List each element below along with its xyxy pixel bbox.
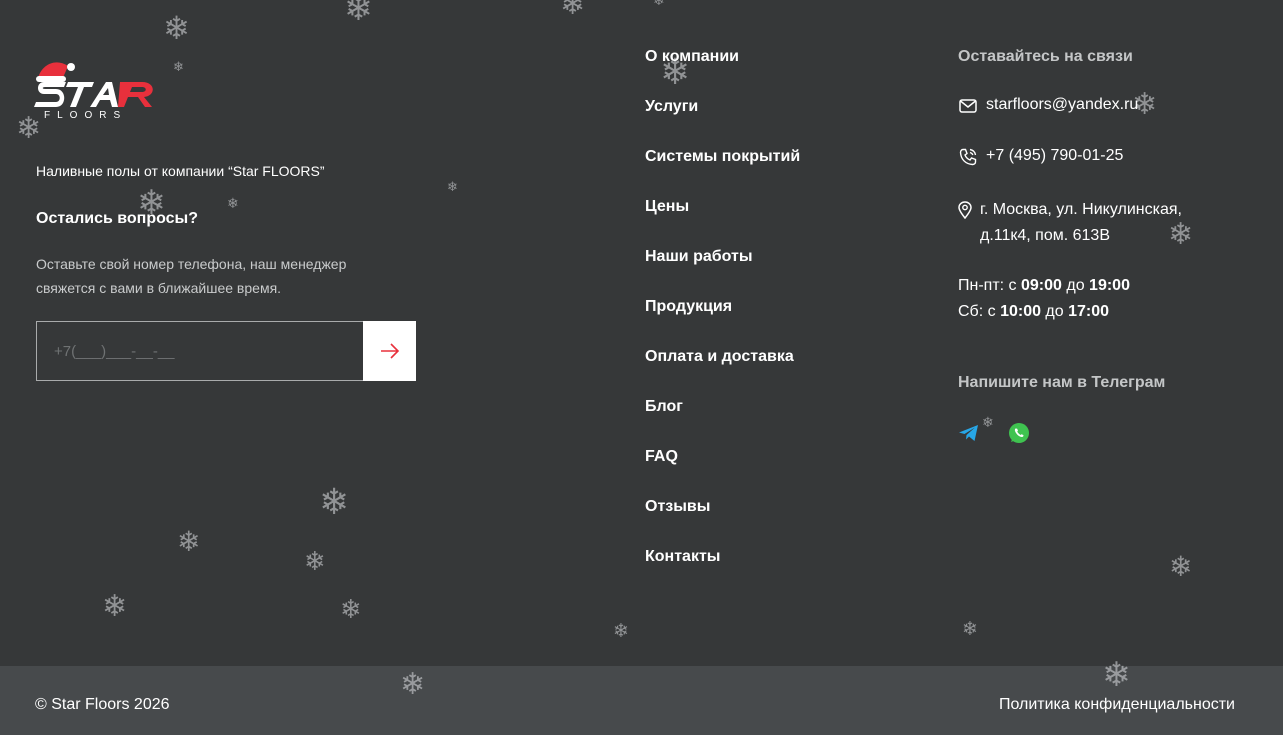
mail-icon xyxy=(958,96,978,116)
submit-phone-button[interactable] xyxy=(363,321,416,381)
nav-item-services[interactable]: Услуги xyxy=(645,97,800,147)
nav-item-faq[interactable]: FAQ xyxy=(645,447,800,497)
contacts-title: Оставайтесь на связи xyxy=(958,48,1133,65)
tagline: Наливные полы от компании “Star FLOORS” xyxy=(36,163,325,179)
hours-saturday: Сб: с 10:00 до 17:00 xyxy=(958,303,1110,320)
location-pin-icon xyxy=(958,200,972,220)
arrow-right-icon xyxy=(380,343,399,359)
callback-title: Остались вопросы? xyxy=(36,210,198,227)
logo[interactable]: FLOORS xyxy=(34,56,158,126)
whatsapp-link[interactable] xyxy=(1008,422,1030,444)
whatsapp-icon xyxy=(1009,423,1029,443)
phone-icon xyxy=(958,147,978,167)
working-hours: Пн-пт: с 09:00 до 19:00 Сб: с 10:00 до 1… xyxy=(958,273,1130,325)
logo-subtitle: FLOORS xyxy=(44,110,128,121)
email-text: starfloors@yandex.ru xyxy=(986,96,1139,113)
nav-item-payment-delivery[interactable]: Оплата и доставка xyxy=(645,347,800,397)
telegram-title: Напишите нам в Телеграм xyxy=(958,374,1166,391)
nav-item-blog[interactable]: Блог xyxy=(645,397,800,447)
address-line1: г. Москва, ул. Никулинская, xyxy=(980,201,1182,218)
phone-input[interactable] xyxy=(36,321,363,381)
hours-weekday: Пн-пт: с 09:00 до 19:00 xyxy=(958,277,1130,294)
address-line2: д.11к4, пом. 613В xyxy=(980,227,1110,244)
phone-link[interactable]: +7 (495) 790-01-25 xyxy=(958,147,1123,167)
email-link[interactable]: starfloors@yandex.ru xyxy=(958,96,1138,116)
nav-item-contacts[interactable]: Контакты xyxy=(645,547,800,597)
phone-text: +7 (495) 790-01-25 xyxy=(986,147,1124,164)
nav-item-our-works[interactable]: Наши работы xyxy=(645,247,800,297)
nav-item-reviews[interactable]: Отзывы xyxy=(645,497,800,547)
nav-item-coating-systems[interactable]: Системы покрытий xyxy=(645,147,800,197)
footer-nav: О компании Услуги Системы покрытий Цены … xyxy=(645,47,800,597)
address-text: г. Москва, ул. Никулинская, д.11к4, пом.… xyxy=(980,197,1182,249)
callback-form xyxy=(36,321,416,381)
nav-item-about[interactable]: О компании xyxy=(645,47,800,97)
social-links xyxy=(958,422,1030,444)
nav-item-products[interactable]: Продукция xyxy=(645,297,800,347)
privacy-policy-link[interactable]: Политика конфиденциальности xyxy=(999,696,1235,714)
telegram-link[interactable] xyxy=(958,422,980,444)
address: г. Москва, ул. Никулинская, д.11к4, пом.… xyxy=(958,197,1182,249)
callback-description: Оставьте свой номер телефона, наш менедж… xyxy=(36,256,347,296)
copyright: © Star Floors 2026 xyxy=(35,696,170,713)
telegram-icon xyxy=(959,425,978,441)
nav-item-prices[interactable]: Цены xyxy=(645,197,800,247)
